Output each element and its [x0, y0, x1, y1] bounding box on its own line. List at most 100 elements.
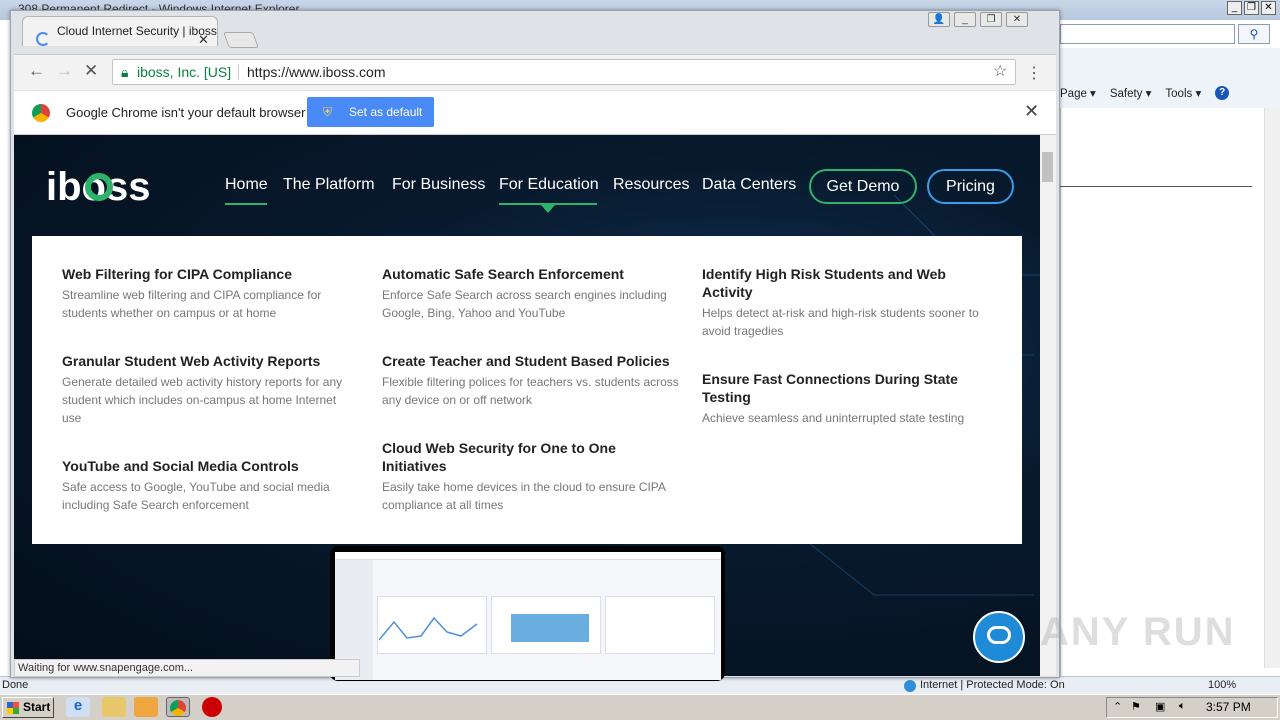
volume-icon[interactable]: 🔈︎ — [1179, 700, 1186, 713]
ie-taskbar-icon[interactable]: e — [66, 697, 90, 717]
chrome-status-bubble: Waiting for www.snapengage.com... — [14, 659, 360, 677]
set-default-label: Set as default — [349, 105, 423, 119]
menu-item-title: YouTube and Social Media Controls — [62, 458, 299, 474]
menu-item-title: Granular Student Web Activity Reports — [62, 353, 321, 369]
menu-item[interactable]: Cloud Web Security for One to One Initia… — [382, 439, 672, 514]
nav-home[interactable]: Home — [225, 176, 268, 194]
menu-item[interactable]: Web Filtering for CIPA Compliance Stream… — [62, 265, 362, 322]
loading-spinner-icon — [36, 32, 50, 46]
forward-icon[interactable]: → — [56, 61, 73, 81]
ie-scrollbar[interactable] — [1264, 108, 1280, 668]
iboss-logo[interactable]: iboss — [46, 166, 188, 206]
restore-icon[interactable]: ❐ — [980, 12, 1002, 27]
chat-bubble-icon[interactable] — [973, 611, 1025, 663]
caret-down-icon — [541, 205, 555, 213]
close-icon[interactable]: ✕ — [1006, 12, 1028, 27]
ie-safety-menu[interactable]: Safety ▾ — [1110, 86, 1152, 100]
address-bar[interactable]: 🔒︎ iboss, Inc. [US] https://www.iboss.co… — [112, 59, 1016, 85]
menu-item-desc: Enforce Safe Search across search engine… — [382, 288, 667, 320]
taskbar-clock[interactable]: 3:57 PM — [1206, 700, 1251, 714]
star-icon[interactable]: ☆ — [993, 60, 1007, 84]
media-player-taskbar-icon[interactable] — [134, 697, 158, 717]
menu-item-desc: Achieve seamless and uninterrupted state… — [702, 411, 965, 425]
taskbar — [0, 694, 1280, 720]
page-scrollbar[interactable] — [1040, 135, 1056, 676]
ie-status-text: Done — [2, 679, 29, 691]
url-text[interactable]: https://www.iboss.com — [247, 60, 386, 84]
menu-item[interactable]: Create Teacher and Student Based Policie… — [382, 352, 682, 409]
network-icon[interactable]: ▣ — [1155, 700, 1165, 713]
menu-item-title: Automatic Safe Search Enforcement — [382, 266, 624, 282]
menu-item-title: Cloud Web Security for One to One Initia… — [382, 440, 616, 474]
folder-taskbar-icon[interactable] — [102, 697, 126, 717]
menu-item-desc: Safe access to Google, YouTube and socia… — [62, 480, 330, 512]
set-default-button[interactable]: ⛨ Set as default — [307, 97, 434, 127]
dashboard-screenshot — [335, 552, 721, 680]
menu-item-desc: Easily take home devices in the cloud to… — [382, 480, 666, 512]
menu-item-title: Identify High Risk Students and Web Acti… — [702, 266, 946, 300]
pricing-button[interactable]: Pricing — [927, 169, 1014, 204]
menu-item-title: Web Filtering for CIPA Compliance — [62, 266, 292, 282]
default-browser-infobar: Google Chrome isn't your default browser… — [14, 91, 1056, 135]
menu-item-title: Create Teacher and Student Based Policie… — [382, 353, 670, 369]
ie-address-bar[interactable] — [1060, 24, 1235, 44]
stop-icon[interactable]: ✕ — [84, 61, 98, 81]
stop-app-taskbar-icon[interactable] — [202, 697, 222, 717]
menu-item-desc: Streamline web filtering and CIPA compli… — [62, 288, 322, 320]
lock-icon: 🔒︎ — [121, 64, 129, 80]
minimize-icon[interactable]: _ — [954, 12, 976, 27]
ie-tools-menu[interactable]: Tools ▾ — [1165, 86, 1201, 100]
system-tray: ⌃ ⚑ ▣ 🔈︎ — [1106, 697, 1278, 718]
menu-item[interactable]: Ensure Fast Connections During State Tes… — [702, 370, 992, 427]
tray-expand-icon[interactable]: ⌃ — [1113, 700, 1122, 713]
ie-divider — [1060, 186, 1252, 187]
shield-icon: ⛨ — [323, 105, 333, 119]
omnibox-divider — [238, 64, 239, 80]
menu-item-title: Ensure Fast Connections During State Tes… — [702, 371, 958, 405]
tab-close-icon[interactable]: ✕ — [198, 32, 209, 48]
infobar-text: Google Chrome isn't your default browser — [66, 105, 306, 120]
ie-command-bar: Page ▾ Safety ▾ Tools ▾ ? — [1060, 86, 1230, 100]
search-icon[interactable]: ⚲ — [1238, 24, 1270, 44]
menu-item[interactable]: YouTube and Social Media Controls Safe a… — [62, 457, 352, 514]
infobar-close-icon[interactable]: ✕ — [1024, 101, 1039, 122]
nav-datacenters[interactable]: Data Centers — [702, 176, 796, 194]
ie-page-menu[interactable]: Page ▾ — [1060, 86, 1096, 100]
new-tab-button[interactable] — [223, 32, 259, 48]
menu-item[interactable]: Granular Student Web Activity Reports Ge… — [62, 352, 352, 427]
menu-item[interactable]: Automatic Safe Search Enforcement Enforc… — [382, 265, 682, 322]
watermark: ANY RUN — [1040, 610, 1236, 654]
nav-home-underline — [225, 203, 267, 205]
ie-zone-text: Internet | Protected Mode: On — [920, 679, 1065, 691]
nav-business[interactable]: For Business — [392, 176, 485, 194]
restore-icon[interactable]: ❐ — [1244, 1, 1259, 15]
menu-item-desc: Flexible filtering polices for teachers … — [382, 375, 679, 407]
chrome-window-controls: 👤 _ ❐ ✕ — [928, 12, 1028, 27]
chrome-logo-icon — [32, 104, 50, 122]
nav-education[interactable]: For Education — [499, 176, 599, 194]
help-icon[interactable]: ? — [1215, 86, 1230, 100]
start-button[interactable]: Start — [2, 697, 54, 718]
chrome-taskbar-icon[interactable] — [166, 697, 190, 717]
back-icon[interactable]: ← — [28, 61, 45, 81]
nav-platform[interactable]: The Platform — [283, 176, 375, 194]
minimize-icon[interactable]: _ — [1227, 1, 1242, 15]
dashboard-line-chart — [379, 616, 478, 641]
menu-icon[interactable]: ⋮ — [1026, 63, 1042, 83]
profile-icon[interactable]: 👤 — [928, 12, 950, 27]
menu-item-desc: Generate detailed web activity history r… — [62, 375, 343, 425]
start-label: Start — [23, 700, 51, 714]
flag-icon[interactable]: ⚑ — [1131, 700, 1141, 713]
scrollbar-thumb[interactable] — [1042, 152, 1053, 182]
get-demo-button[interactable]: Get Demo — [809, 169, 917, 204]
ie-window-controls: _ ❐ ✕ — [1227, 1, 1276, 15]
close-icon[interactable]: ✕ — [1261, 1, 1276, 15]
tab-active[interactable]: Cloud Internet Security | iboss — [22, 16, 218, 46]
menu-item[interactable]: Identify High Risk Students and Web Acti… — [702, 265, 992, 340]
menu-item-desc: Helps detect at-risk and high-risk stude… — [702, 306, 979, 338]
security-label[interactable]: iboss, Inc. [US] — [137, 60, 231, 84]
windows-logo-icon — [7, 702, 19, 714]
ie-zoom[interactable]: 100% — [1208, 677, 1236, 693]
nav-resources[interactable]: Resources — [613, 176, 689, 194]
globe-icon — [904, 680, 916, 692]
